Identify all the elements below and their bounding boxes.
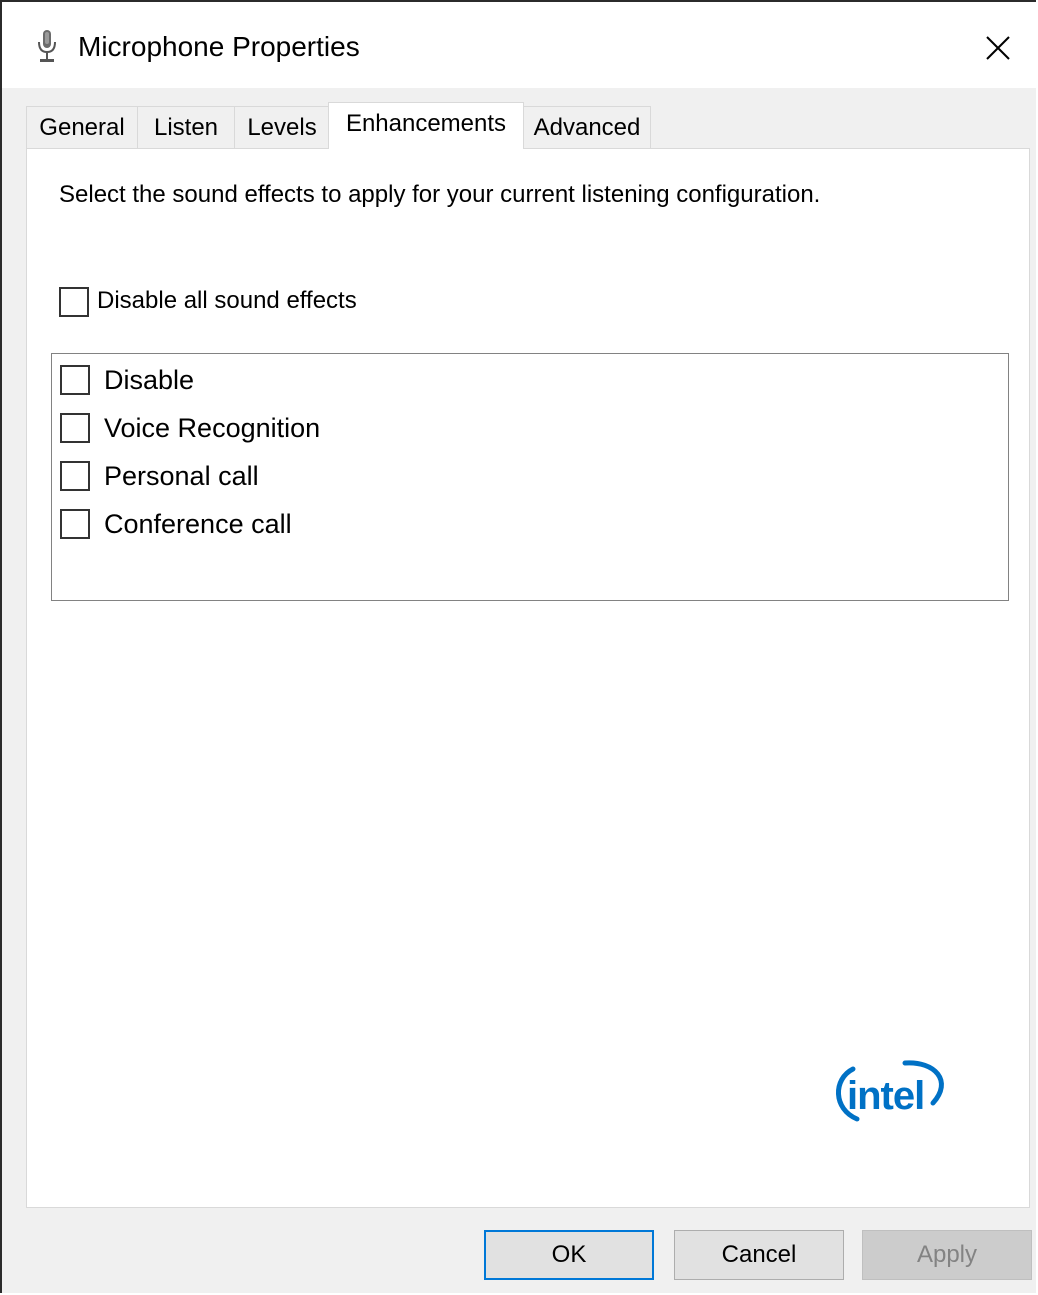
list-item[interactable]: Disable <box>60 360 960 400</box>
effect-conference-call-checkbox[interactable] <box>60 509 90 539</box>
tab-enhancements[interactable]: Enhancements <box>328 102 524 149</box>
title-bar: Microphone Properties <box>2 2 1036 88</box>
disable-all-effects-label[interactable]: Disable all sound effects <box>97 285 357 317</box>
effect-label[interactable]: Conference call <box>104 506 292 542</box>
close-icon <box>986 36 1010 60</box>
close-button[interactable] <box>970 20 1026 76</box>
intel-logo-text: intel <box>847 1074 924 1118</box>
tab-general[interactable]: General <box>26 106 138 148</box>
disable-all-effects-checkbox[interactable] <box>59 287 89 317</box>
effect-label[interactable]: Voice Recognition <box>104 410 320 446</box>
list-item[interactable]: Personal call <box>60 456 960 496</box>
effect-label[interactable]: Personal call <box>104 458 259 494</box>
enhancements-description: Select the sound effects to apply for yo… <box>59 181 821 208</box>
microphone-properties-dialog: Microphone Properties General Listen Lev… <box>0 0 1036 1293</box>
effect-voice-recognition-checkbox[interactable] <box>60 413 90 443</box>
window-title: Microphone Properties <box>78 31 360 62</box>
tab-listen[interactable]: Listen <box>137 106 235 148</box>
effects-list[interactable]: Disable Voice Recognition Personal call … <box>51 353 1009 601</box>
tab-levels[interactable]: Levels <box>234 106 330 148</box>
enhancements-panel: Select the sound effects to apply for yo… <box>26 148 1030 1208</box>
effect-disable-checkbox[interactable] <box>60 365 90 395</box>
list-item[interactable]: Conference call <box>60 504 960 544</box>
effect-personal-call-checkbox[interactable] <box>60 461 90 491</box>
microphone-icon <box>38 30 56 62</box>
cancel-button[interactable]: Cancel <box>674 1230 844 1280</box>
tab-advanced[interactable]: Advanced <box>523 106 651 148</box>
intel-logo: intel <box>836 1060 944 1122</box>
apply-button[interactable]: Apply <box>862 1230 1032 1280</box>
list-item[interactable]: Voice Recognition <box>60 408 960 448</box>
ok-button[interactable]: OK <box>484 1230 654 1280</box>
effect-label[interactable]: Disable <box>104 362 194 398</box>
